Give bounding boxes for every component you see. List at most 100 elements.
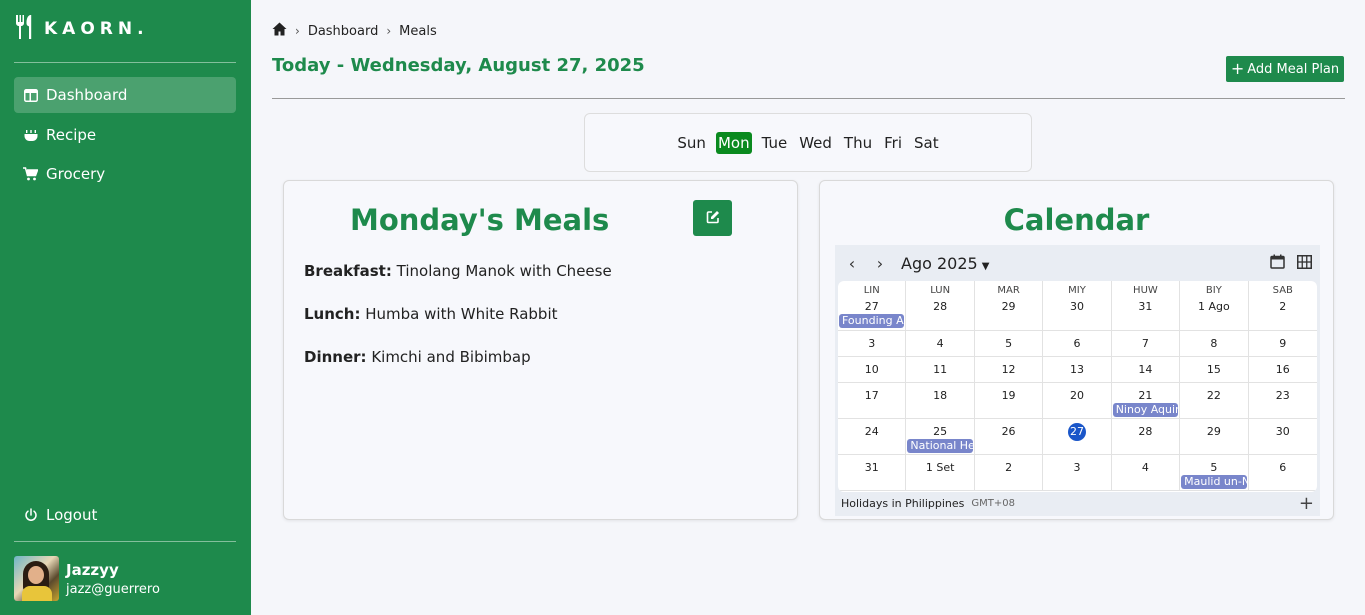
calendar-day-cell[interactable]: HUW 31: [1111, 281, 1181, 331]
calendar-day-cell[interactable]: MIY 30: [1043, 281, 1112, 331]
calendar-day-cell[interactable]: 27: [1043, 419, 1112, 455]
calendar-event[interactable]: Founding Ar: [839, 314, 905, 328]
calendar-day-cell[interactable]: 20: [1043, 383, 1112, 419]
weekday-label: LUN: [930, 285, 951, 296]
calendar-day-cell[interactable]: 29: [1180, 419, 1249, 455]
logo[interactable]: KAORN.: [14, 14, 149, 40]
calendar-day-cell[interactable]: 3: [1043, 455, 1112, 491]
day-number: 4: [936, 337, 944, 350]
calendar-day-cell[interactable]: 23: [1248, 383, 1317, 419]
calendar-day-cell[interactable]: 6: [1043, 331, 1112, 357]
calendar-event[interactable]: Ninoy Aquin: [1112, 403, 1179, 417]
calendar-day-cell[interactable]: 2: [974, 455, 1044, 491]
calendar-day-cell[interactable]: 16: [1248, 357, 1317, 383]
calendar-day-cell[interactable]: 26: [974, 419, 1044, 455]
day-sun[interactable]: Sun: [675, 132, 708, 154]
day-number: 8: [1210, 337, 1218, 350]
chevron-left-icon[interactable]: ‹: [841, 254, 863, 273]
calendar-day-cell[interactable]: 22: [1180, 383, 1249, 419]
grid-view-icon[interactable]: [1297, 254, 1312, 273]
sidebar-item-grocery[interactable]: Grocery: [14, 156, 236, 192]
calendar-day-cell[interactable]: 10: [838, 357, 907, 383]
breadcrumb-dashboard[interactable]: Dashboard: [308, 24, 379, 39]
calendar-day-cell[interactable]: 8: [1180, 331, 1249, 357]
calendar-day-cell[interactable]: 15: [1180, 357, 1249, 383]
month-selector[interactable]: Ago 2025 ▼: [901, 254, 989, 273]
day-thu[interactable]: Thu: [842, 132, 874, 154]
calendar-day-cell[interactable]: BIY 1 Ago: [1180, 281, 1249, 331]
day-mon[interactable]: Mon: [715, 131, 752, 154]
add-calendar-icon[interactable]: +: [1299, 493, 1314, 514]
sidebar-item-recipe[interactable]: Recipe: [14, 117, 236, 153]
calendar-event[interactable]: National Her: [907, 439, 973, 453]
calendar-day-cell[interactable]: SAB 2: [1248, 281, 1317, 331]
day-number: 24: [864, 425, 879, 438]
day-number: 28: [933, 300, 948, 313]
day-number: 30: [1275, 425, 1290, 438]
day-number: 3: [1073, 461, 1081, 474]
calendar-day-cell[interactable]: 6: [1248, 455, 1317, 491]
weekday-label: LIN: [863, 285, 880, 296]
calendar-day-cell[interactable]: 17: [838, 383, 907, 419]
chevron-right-icon[interactable]: ›: [869, 254, 891, 273]
day-fri[interactable]: Fri: [882, 132, 904, 154]
weekday-label: MIY: [1068, 285, 1086, 296]
calendar-day-cell[interactable]: 4: [1111, 455, 1181, 491]
calendar-day-cell[interactable]: 19: [974, 383, 1044, 419]
meal-value: Kimchi and Bibimbap: [371, 348, 531, 366]
logout-button[interactable]: Logout: [14, 497, 236, 533]
calendar-day-cell[interactable]: 18: [906, 383, 975, 419]
day-number: 13: [1069, 363, 1084, 376]
calendar-day-cell[interactable]: 11: [906, 357, 975, 383]
day-wed[interactable]: Wed: [797, 132, 834, 154]
calendar-day-cell[interactable]: 4: [906, 331, 975, 357]
day-sat[interactable]: Sat: [912, 132, 941, 154]
calendar-day-cell[interactable]: 14: [1111, 357, 1181, 383]
power-icon: [23, 508, 38, 523]
calendar-day-cell[interactable]: 30: [1248, 419, 1317, 455]
add-meal-plan-button[interactable]: + Add Meal Plan: [1226, 56, 1344, 82]
day-number: 1 Set: [925, 461, 955, 474]
calendar-day-cell[interactable]: LUN 28: [906, 281, 975, 331]
calendar-day-cell[interactable]: LIN 27 Founding Ar: [838, 281, 907, 331]
calendar-day-cell[interactable]: 24: [838, 419, 907, 455]
home-icon[interactable]: [272, 22, 287, 40]
calendar-day-cell[interactable]: 1 Set: [906, 455, 975, 491]
dashboard-icon: [23, 88, 38, 103]
calendar-day-cell[interactable]: 13: [1043, 357, 1112, 383]
calendar-day-cell[interactable]: 12: [974, 357, 1044, 383]
meals-card: Monday's Meals Breakfast: Tinolang Manok…: [283, 180, 798, 520]
day-number: 10: [864, 363, 879, 376]
calendar-event[interactable]: Maulid un-N: [1181, 475, 1247, 489]
utensils-icon: [16, 15, 32, 39]
day-number: 17: [864, 389, 879, 402]
user-name: Jazzyy: [66, 560, 119, 579]
calendar-day-cell[interactable]: 5 Maulid un-N: [1180, 455, 1249, 491]
day-tue[interactable]: Tue: [760, 132, 790, 154]
calendar-day-cell[interactable]: 5: [974, 331, 1044, 357]
sidebar-item-label: Grocery: [46, 165, 106, 183]
sidebar-item-label: Recipe: [46, 126, 97, 144]
day-number: 6: [1279, 461, 1287, 474]
cart-icon: [23, 167, 38, 182]
calendar-day-cell[interactable]: MAR 29: [974, 281, 1044, 331]
meal-label: Lunch:: [304, 305, 361, 323]
calendar-day-cell[interactable]: 31: [838, 455, 907, 491]
weekday-label: MAR: [997, 285, 1020, 296]
avatar: [14, 556, 59, 601]
calendar-view-icon[interactable]: [1270, 254, 1285, 273]
sidebar-item-dashboard[interactable]: Dashboard: [14, 77, 236, 113]
day-number: 18: [933, 389, 948, 402]
user-profile[interactable]: Jazzyy jazz@guerrero: [14, 556, 160, 601]
calendar-day-cell[interactable]: 7: [1111, 331, 1181, 357]
calendar-day-cell[interactable]: 9: [1248, 331, 1317, 357]
calendar-day-cell[interactable]: 21 Ninoy Aquin: [1111, 383, 1181, 419]
meal-value: Tinolang Manok with Cheese: [396, 262, 612, 280]
chevron-right-icon: ›: [386, 24, 392, 38]
calendar-day-cell[interactable]: 3: [838, 331, 907, 357]
calendar-embed: ‹ › Ago 2025 ▼ LIN 27 Founding Ar LUN 28 MAR 29…: [835, 245, 1320, 516]
edit-meals-button[interactable]: [693, 200, 732, 236]
day-selector: Sun Mon Tue Wed Thu Fri Sat: [584, 113, 1032, 172]
calendar-day-cell[interactable]: 28: [1111, 419, 1181, 455]
calendar-day-cell[interactable]: 25 National Her: [906, 419, 975, 455]
